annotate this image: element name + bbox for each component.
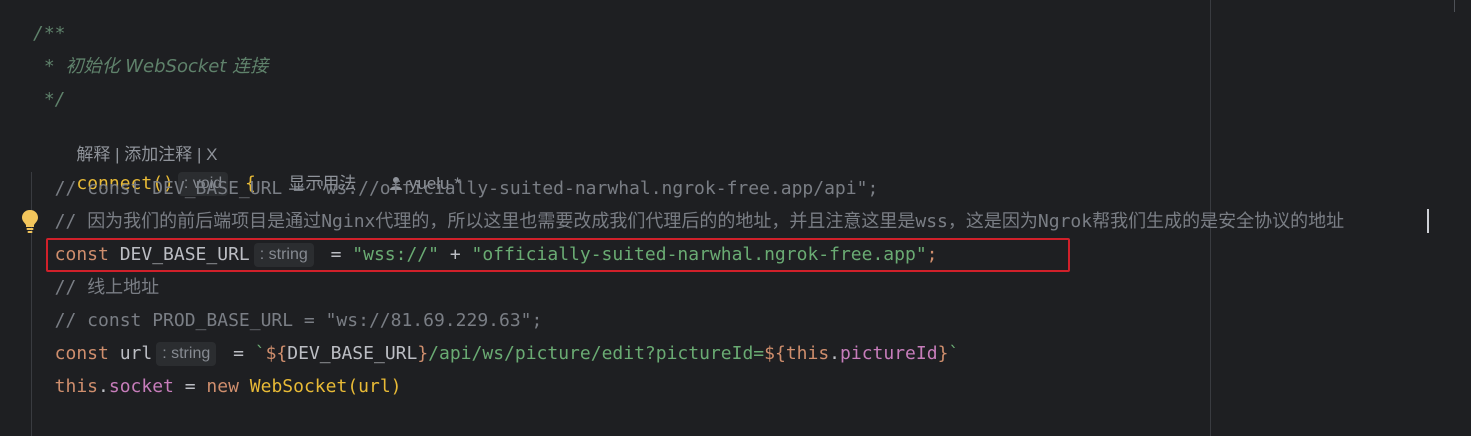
comment-part: wss: [915, 211, 948, 232]
comment-part: 帮我们生成的是安全协议的地址: [1092, 211, 1345, 232]
type-hint: : string: [253, 243, 314, 267]
comment-part: Nginx: [321, 211, 376, 232]
scroll-marker: [1454, 0, 1455, 12]
comment-text: // const PROD_BASE_URL = "ws://81.69.229…: [33, 310, 543, 331]
operator: =: [222, 343, 255, 364]
this-keyword: this: [785, 343, 830, 364]
doc-comment-open-text: /**: [33, 23, 66, 44]
this-keyword: this: [33, 376, 99, 397]
comment-prefix: //: [33, 211, 88, 232]
comment-part: ，这是因为: [947, 211, 1038, 232]
doc-comment-text: 初始化 WebSocket 连接: [65, 56, 269, 77]
code-line-online-address-comment[interactable]: // 线上地址: [33, 274, 160, 302]
code-line-chinese-comment[interactable]: // 因为我们的前后端项目是通过Nginx代理的，所以这里也需要改成我们代理后的…: [33, 208, 1344, 236]
doc-comment-middle: * 初始化 WebSocket 连接: [33, 53, 268, 81]
call-args: (url): [347, 376, 402, 397]
template-open: ${: [265, 343, 288, 364]
string-literal: "officially-suited-narwhal.ngrok-free.ap…: [471, 244, 927, 265]
method-signature: connect(): void { 显示用法 yuelu *: [33, 142, 461, 196]
new-keyword: new: [206, 376, 239, 397]
template-tick: `: [254, 343, 266, 364]
dot: .: [98, 376, 109, 397]
template-string: /api/ws/picture/edit?pictureId=: [428, 343, 765, 364]
code-line-dev-url-commented[interactable]: // const DEV_BASE_URL = "ws://officially…: [33, 175, 879, 203]
template-close: }: [417, 343, 429, 364]
comment-text: // const DEV_BASE_URL = "ws://officially…: [33, 178, 879, 199]
template-variable: DEV_BASE_URL: [287, 343, 418, 364]
operator: =: [173, 376, 207, 397]
variable-name: url: [108, 343, 153, 364]
codelens-bar: 解释 | 添加注释 | X: [33, 113, 217, 164]
comment-part: Ngrok: [1037, 211, 1093, 232]
code-line-socket[interactable]: this.socket = new WebSocket(url): [33, 373, 402, 401]
const-keyword: const: [33, 343, 109, 364]
code-line-dev-base-url[interactable]: const DEV_BASE_URL: string = "wss://" + …: [33, 241, 938, 269]
property-name: pictureId: [840, 343, 938, 364]
text-caret: [1427, 209, 1429, 233]
comment-text: 线上地址: [87, 277, 160, 298]
comment-prefix: //: [33, 277, 88, 298]
template-close: }: [937, 343, 949, 364]
comment-part: 代理的，所以这里也需要改成我们代理后的的地址，并且注意这里是: [375, 211, 916, 232]
doc-comment-close: */: [33, 86, 66, 114]
operator: =: [319, 244, 353, 265]
code-line-url[interactable]: const url: string = `${DEV_BASE_URL}/api…: [33, 340, 959, 368]
comment-part: 因为我们的前后端项目是通过: [87, 211, 322, 232]
doc-comment-star: *: [33, 56, 66, 77]
doc-comment-close-text: */: [33, 89, 66, 110]
template-tick: `: [948, 343, 960, 364]
code-editor[interactable]: /** * 初始化 WebSocket 连接 */ 解释 | 添加注释 | X …: [0, 0, 1471, 436]
variable-name: DEV_BASE_URL: [108, 244, 250, 265]
string-literal: "wss://": [352, 244, 439, 265]
doc-comment-open: /**: [33, 20, 66, 48]
code-line-prod-url-commented[interactable]: // const PROD_BASE_URL = "ws://81.69.229…: [33, 307, 543, 335]
dot: .: [829, 343, 841, 364]
operator: +: [438, 244, 472, 265]
property-name: socket: [108, 376, 174, 397]
class-name: WebSocket: [249, 376, 348, 397]
semicolon: ;: [926, 244, 938, 265]
template-open: ${: [764, 343, 786, 364]
const-keyword: const: [33, 244, 109, 265]
type-hint: : string: [156, 342, 217, 366]
